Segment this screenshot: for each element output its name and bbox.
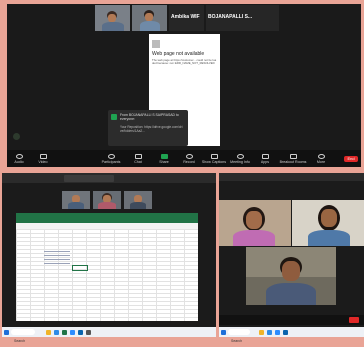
audio-button[interactable]: Audio [7,153,31,164]
meeting-info-button[interactable]: Meeting Info [227,153,253,164]
browser-icon[interactable] [53,329,59,335]
participant-name: BOJANAPALLI S... [208,14,253,20]
spreadsheet-window[interactable] [16,213,198,321]
share-screen-icon [160,153,168,159]
video-button[interactable]: Video [31,153,55,164]
captions-button[interactable]: Show Captions [201,153,227,164]
more-icon [317,153,325,159]
store-icon[interactable] [85,329,91,335]
captions-icon [210,153,218,159]
video-tile-3[interactable]: Ambika WIF [169,5,204,31]
broken-page-icon [152,40,160,48]
error-heading: Web page not available [152,51,205,57]
taskbar-search-box[interactable]: Search [228,329,250,343]
chat-button[interactable]: Chat [125,153,151,164]
apps-icon [261,153,269,159]
browser-tab[interactable] [64,175,114,182]
video-tile-4[interactable]: BOJANAPALLI S... [206,5,279,31]
window-titlebar [219,173,364,181]
browser-icon[interactable] [266,329,272,335]
chat-icon [111,114,117,120]
breakout-icon [289,153,297,159]
chat-message: Your Reposition: https://drive.google.co… [120,125,183,133]
breakout-rooms-button[interactable]: Breakout Rooms [277,153,309,164]
end-meeting-button[interactable]: End [341,155,361,162]
video-tile-3[interactable] [246,247,336,305]
video-tile-2[interactable] [292,200,364,246]
chat-notification[interactable]: From BOJANAPALLI S SAIPRASAD to everyone… [108,110,188,146]
taskbar: Search [219,327,364,343]
reaction-icon[interactable] [13,133,20,140]
gallery-tile-3[interactable] [124,191,152,209]
bottom-left-screen: Search [2,173,216,343]
meeting-toolbar: Audio Video Participants Chat Share Reco… [7,150,361,167]
excel-icon[interactable] [61,329,67,335]
more-button[interactable]: More [309,153,333,164]
top-zoom-window: Ambika WIF BOJANAPALLI S... Web page not… [7,4,361,167]
windows-start-icon[interactable] [3,329,9,335]
chat-sender: From BOJANAPALLI S SAIPRASAD to everyone… [120,113,179,121]
participant-name: Ambika WIF [171,14,200,20]
cell-grid[interactable] [16,229,198,321]
mail-icon[interactable] [282,329,288,335]
info-icon [236,153,244,159]
window-titlebar [2,173,216,183]
taskbar: Search [2,327,216,343]
taskbar-search-box[interactable]: Search [11,329,35,343]
record-icon [185,153,193,159]
video-tile-2[interactable] [132,5,167,31]
selected-cell[interactable] [72,265,88,271]
mail-icon[interactable] [77,329,83,335]
microphone-icon [15,153,23,159]
error-body: The web page at https://customer... coul… [152,58,217,66]
zoom-icon[interactable] [274,329,280,335]
data-block [44,251,70,267]
participants-icon [107,153,115,159]
end-meeting-button[interactable] [349,317,359,323]
ribbon [16,213,198,223]
apps-button[interactable]: Apps [253,153,277,164]
video-camera-icon [39,153,47,159]
meeting-toolbar [219,315,364,325]
windows-start-icon[interactable] [220,329,226,335]
video-tile-1[interactable] [219,200,291,246]
chat-icon [134,153,142,159]
zoom-icon[interactable] [69,329,75,335]
gallery-tile-2[interactable] [93,191,121,209]
record-button[interactable]: Record [177,153,201,164]
video-tile-1[interactable] [95,5,130,31]
file-explorer-icon[interactable] [45,329,51,335]
file-explorer-icon[interactable] [258,329,264,335]
participants-button[interactable]: Participants [97,153,125,164]
gallery-tile-1[interactable] [62,191,90,209]
bottom-right-screen: Search [219,173,364,343]
share-screen-button[interactable]: Share [151,153,177,164]
